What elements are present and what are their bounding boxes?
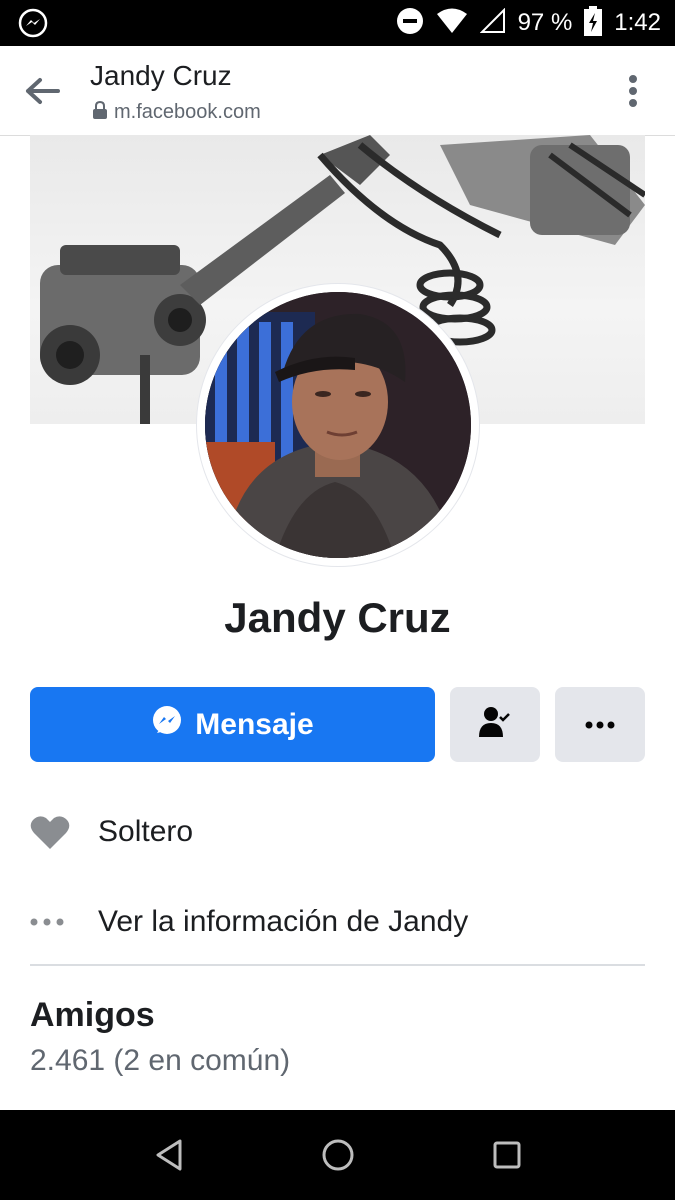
nav-home-icon[interactable] — [320, 1137, 356, 1173]
page-title: Jandy Cruz — [90, 60, 232, 91]
messenger-notification-icon — [18, 8, 48, 43]
clock: 1:42 — [614, 9, 661, 36]
section-divider — [30, 964, 645, 966]
friends-check-icon — [478, 705, 512, 744]
do-not-disturb-icon — [396, 7, 424, 40]
signal-icon — [479, 7, 506, 39]
more-horiz-icon — [30, 918, 70, 926]
message-button[interactable]: Mensaje — [30, 687, 435, 762]
more-vert-icon[interactable] — [627, 74, 639, 108]
profile-name: Jandy Cruz — [224, 594, 451, 641]
profile-picture-frame[interactable] — [197, 284, 479, 566]
battery-charging-icon — [584, 5, 603, 41]
status-bar: 97 % 1:42 — [0, 0, 675, 46]
relationship-row: Soltero — [30, 807, 645, 857]
heart-icon — [30, 814, 70, 850]
wifi-icon — [436, 8, 468, 39]
messenger-icon — [151, 705, 183, 745]
battery-percent: 97 % — [517, 9, 573, 36]
nav-recents-icon[interactable] — [489, 1137, 525, 1173]
profile-picture[interactable] — [205, 292, 471, 558]
url-text: m.facebook.com — [114, 101, 261, 123]
friends-title[interactable]: Amigos — [30, 996, 155, 1035]
nav-back-icon[interactable] — [152, 1137, 188, 1173]
browser-toolbar: Jandy Cruz m.facebook.com — [0, 46, 675, 136]
see-info-row[interactable]: Ver la información de Jandy — [30, 897, 645, 947]
see-info-link[interactable]: Ver la información de Jandy — [98, 905, 468, 939]
status-icons: 97 % 1:42 — [384, 0, 661, 46]
friends-button[interactable] — [450, 687, 540, 762]
system-navigation-bar — [0, 1110, 675, 1200]
url-row[interactable]: m.facebook.com — [92, 100, 261, 125]
message-button-label: Mensaje — [195, 707, 314, 741]
friends-count[interactable]: 2.461 (2 en común) — [30, 1044, 290, 1078]
lock-icon — [92, 100, 108, 125]
relationship-status: Soltero — [98, 815, 194, 848]
more-horiz-icon — [585, 716, 615, 734]
more-options-button[interactable] — [555, 687, 645, 762]
back-arrow-icon[interactable] — [24, 74, 64, 108]
